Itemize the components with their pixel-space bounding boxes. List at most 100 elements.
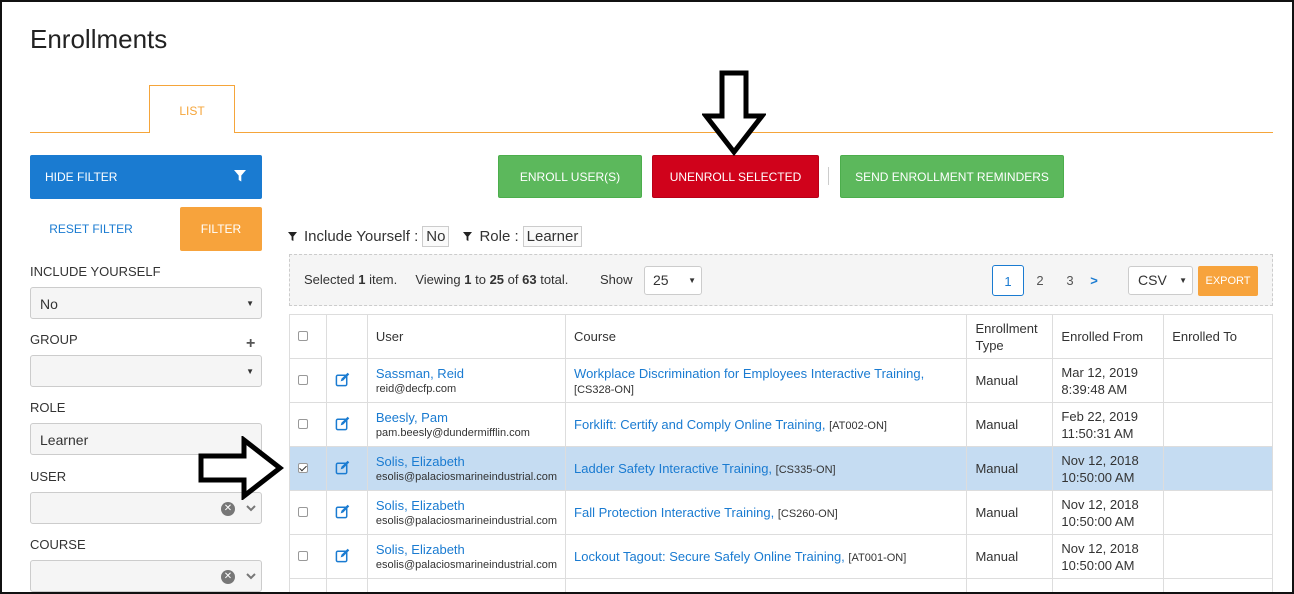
pager-bar: Selected 1 item. Viewing 1 to 25 of 63 t… [289, 254, 1273, 306]
page-link-2[interactable]: 2 [1024, 265, 1056, 296]
export-button[interactable]: Export [1198, 266, 1258, 296]
selection-info: Selected 1 item. Viewing 1 to 25 of 63 t… [304, 272, 568, 287]
chevron-down-icon[interactable] [246, 571, 256, 581]
edit-icon[interactable] [335, 504, 350, 519]
group-select[interactable]: ▼ [30, 355, 262, 387]
plus-icon[interactable]: + [246, 335, 255, 353]
course-link[interactable]: Lockout Tagout: Secure Safely Online Tra… [574, 549, 845, 564]
enrolled-from-cell: Nov 12, 2018 10:50:00 AM [1052, 490, 1165, 535]
enrolled-from-time: 8:39:48 AM [1061, 381, 1128, 397]
user-name-link[interactable]: Beesly, Pam [376, 410, 557, 425]
course-link[interactable]: Workplace Discrimination for Employees I… [574, 366, 924, 381]
user-cell: Sassman, Reid reid@decfp.com [366, 358, 567, 403]
enrolled-from-time: 10:50:00 AM [1061, 557, 1135, 573]
caret-down-icon: ▼ [688, 276, 696, 285]
chevron-down-icon[interactable] [246, 503, 256, 513]
filter-button[interactable]: Filter [180, 207, 262, 251]
include-yourself-value: No [40, 296, 58, 312]
viewing-prefix: Viewing [415, 272, 461, 287]
edit-icon[interactable] [335, 372, 350, 387]
user-name-link[interactable]: Sassman, Reid [376, 366, 557, 381]
edit-icon[interactable] [335, 460, 350, 475]
course-link[interactable]: Forklift: Certify and Comply Online Trai… [574, 417, 825, 432]
tab-list[interactable]: List [149, 85, 235, 133]
row-checkbox[interactable] [298, 507, 308, 517]
table-row[interactable]: Solis, Elizabeth esolis@palaciosmarineind… [289, 446, 1273, 491]
enrolled-from-cell: Mar 12, 2019 8:39:48 AM [1052, 358, 1165, 403]
select-all-checkbox[interactable] [298, 331, 308, 341]
user-name-link[interactable]: Solis, Elizabeth [376, 498, 557, 513]
course-cell: Fall Protection Interactive Training, [C… [565, 490, 968, 535]
reset-filter-label: Reset Filter [49, 222, 133, 236]
row-select-cell [289, 446, 327, 491]
enrolled-from-time: 11:50:31 AM [1061, 425, 1134, 441]
course-code: [AT002-ON] [829, 420, 887, 432]
filter-chip-value[interactable]: No [422, 225, 450, 247]
user-name-link[interactable]: Solis, Elizabeth [376, 454, 557, 469]
user-email: esolis@palaciosmarineindustrial.com [375, 515, 558, 527]
table-row[interactable]: Solis, Elizabeth esolis@palaciosmarineind… [289, 534, 1273, 579]
send-reminders-button[interactable]: Send Enrollment Reminders [840, 155, 1064, 198]
button-separator [828, 167, 829, 185]
header-enrolled-from[interactable]: Enrolled From [1052, 314, 1165, 359]
role-value: Learner [40, 432, 89, 448]
enrolled-from-time: 10:50:00 AM [1061, 469, 1135, 485]
enroll-users-button[interactable]: Enroll User(s) [498, 155, 642, 198]
enrollment-type-cell: Manual [966, 358, 1054, 403]
selected-prefix: Selected [304, 272, 355, 287]
clear-icon[interactable]: ✕ [221, 502, 235, 516]
enrollment-type-cell: Manual [966, 402, 1054, 447]
page-link-1[interactable]: 1 [992, 265, 1024, 296]
edit-icon[interactable] [335, 548, 350, 563]
hide-filter-label: Hide Filter [45, 170, 118, 184]
header-enrolled-to[interactable]: Enrolled To [1163, 314, 1273, 359]
table-row[interactable]: Beesly, Pam pam.beesly@dundermifflin.com F… [289, 402, 1273, 447]
include-yourself-select[interactable]: No ▼ [30, 287, 262, 319]
course-select[interactable]: ✕ [30, 560, 262, 592]
page-next-link[interactable]: > [1078, 265, 1110, 296]
enrolled-from-cell: Nov 12, 2018 10:50:00 AM [1052, 446, 1165, 491]
course-cell: Workplace Discrimination for Employees I… [565, 358, 968, 403]
table-row[interactable]: Sassman, Reid reid@decfp.com Workplace Dis… [289, 358, 1273, 403]
enrolled-from-date: Nov 12, 2018 [1061, 452, 1139, 468]
header-course[interactable]: Course [565, 314, 968, 359]
course-cell: Ladder Safety Interactive Training, [CS3… [565, 446, 968, 491]
course-link[interactable]: Fall Protection Interactive Training, [574, 505, 774, 520]
filter-chip-label: Include Yourself : [304, 227, 419, 245]
filter-chip-value[interactable]: Learner [522, 225, 583, 247]
course-link[interactable]: Ladder Safety Interactive Training, [574, 461, 772, 476]
page-size-select[interactable]: 25 ▼ [644, 266, 702, 295]
header-enrollment-type[interactable]: Enrollment Type [966, 314, 1054, 359]
filter-icon [288, 231, 297, 241]
caret-down-icon: ▼ [246, 299, 254, 308]
row-checkbox[interactable] [298, 551, 308, 561]
table-row[interactable]: Kelly, KellyActive Shooter: Surviving An… [289, 578, 1273, 592]
enrolled-to-cell [1163, 446, 1273, 491]
hide-filter-button[interactable]: Hide Filter [30, 155, 262, 199]
viewing-to: 25 [489, 272, 505, 287]
page-title: Enrollments [30, 24, 168, 54]
caret-down-icon: ▼ [1179, 276, 1187, 285]
show-label: Show [600, 272, 633, 287]
selected-suffix: item. [369, 272, 398, 287]
row-select-cell [289, 578, 327, 592]
group-label: Group [30, 332, 78, 347]
edit-icon[interactable] [335, 416, 350, 431]
include-yourself-label: Include Yourself [30, 264, 161, 279]
clear-icon[interactable]: ✕ [221, 570, 235, 584]
user-cell: Solis, Elizabeth esolis@palaciosmarineind… [366, 534, 567, 579]
row-edit-cell [325, 402, 368, 447]
header-user[interactable]: User [366, 314, 567, 359]
table-row[interactable]: Solis, Elizabeth esolis@palaciosmarineind… [289, 490, 1273, 535]
reset-filter-link[interactable]: Reset Filter [30, 207, 152, 251]
row-checkbox[interactable] [298, 463, 308, 473]
row-edit-cell [325, 490, 368, 535]
row-checkbox[interactable] [298, 419, 308, 429]
course-code: [AT001-ON] [848, 552, 907, 564]
row-checkbox[interactable] [298, 375, 308, 385]
export-format-select[interactable]: CSV ▼ [1128, 266, 1193, 295]
user-name-link[interactable]: Solis, Elizabeth [376, 542, 557, 557]
enrolled-to-cell [1163, 358, 1273, 403]
unenroll-selected-button[interactable]: Unenroll Selected [652, 155, 819, 198]
selected-count: 1 [358, 272, 366, 287]
